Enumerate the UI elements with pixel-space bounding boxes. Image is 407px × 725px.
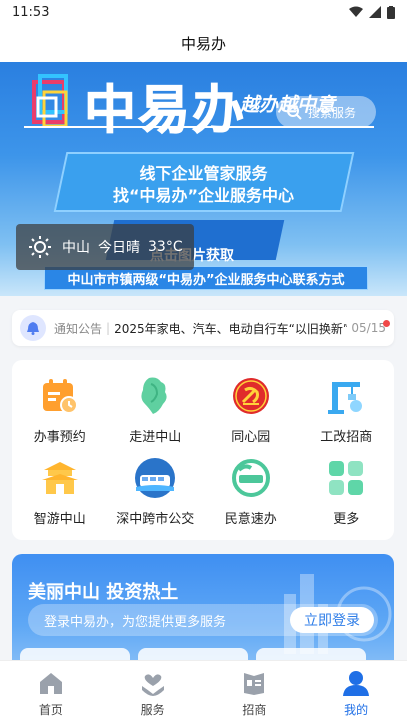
notice-label: 通知公告	[54, 321, 103, 336]
user-icon	[342, 669, 370, 697]
service-tongxinyuan[interactable]: 同心园	[203, 368, 299, 450]
banner-line-2: 找“中易办”企业服务中心	[112, 186, 295, 205]
notice-date: 05/15	[351, 321, 386, 335]
gate-tower-icon	[38, 456, 82, 500]
promo-banner: 美丽中山 投资热土 登录中易办，为您提供更多服务 立即登录	[12, 554, 394, 674]
notice-separator: |	[106, 321, 111, 335]
service-more[interactable]: 更多	[299, 450, 395, 532]
grid-more-icon	[324, 456, 368, 500]
banner-line-1: 线下企业管家服务	[139, 164, 268, 183]
notice-bar[interactable]: 通知公告 | 2025年家电、汽车、电动自行车“以旧换新” 05/15	[12, 310, 394, 346]
service-label: 深中跨市公交	[116, 511, 195, 527]
service-public-opinion[interactable]: 民意速办	[203, 450, 299, 532]
weather-temperature: 33°C	[148, 239, 183, 255]
nav-investment[interactable]: 招商	[204, 661, 306, 725]
service-label: 智游中山	[33, 511, 86, 527]
nav-label: 服务	[140, 702, 165, 717]
search-box[interactable]: 搜索服务	[276, 96, 376, 128]
unread-dot	[383, 320, 390, 327]
service-hands-icon	[139, 669, 167, 697]
nav-service[interactable]: 服务	[102, 661, 204, 725]
banner-brand: 中易办	[83, 81, 247, 142]
bottom-nav: 首页 服务 招商 我的	[0, 660, 407, 725]
weather-city: 中山	[62, 240, 90, 256]
service-label: 更多	[333, 511, 360, 527]
status-icons	[349, 5, 395, 19]
service-label: 办事预约	[33, 429, 86, 445]
page-title: 中易办	[180, 34, 226, 53]
service-label: 民意速办	[224, 511, 277, 527]
search-icon	[287, 105, 302, 120]
wifi-icon	[349, 6, 363, 17]
signal-icon	[369, 6, 381, 18]
services-grid: 办事预约 走进中山 同心园 工改招商 智游中山 深中跨市公交 民意速办 更多	[12, 360, 394, 540]
investment-book-icon	[240, 669, 268, 697]
service-industrial-investment[interactable]: 工改招商	[299, 368, 395, 450]
login-prompt-text: 登录中易办，为您提供更多服务	[44, 614, 227, 630]
bus-icon	[133, 456, 177, 500]
nav-label: 我的	[344, 702, 369, 717]
brand-logo-icon	[32, 74, 68, 128]
login-button[interactable]: 立即登录	[290, 607, 374, 633]
calendar-clock-icon	[38, 374, 82, 418]
search-placeholder: 搜索服务	[308, 105, 357, 120]
map-icon	[133, 374, 177, 418]
battery-icon	[387, 5, 395, 19]
weather-condition: 今日晴	[98, 240, 140, 256]
sun-icon	[29, 236, 51, 258]
service-label: 同心园	[231, 429, 271, 445]
service-label: 走进中山	[129, 429, 182, 445]
hotline-12345-icon	[229, 456, 273, 500]
weather-widget: 中山 今日晴 33°C	[16, 224, 194, 270]
party-emblem-icon	[229, 374, 273, 418]
service-label: 工改招商	[320, 429, 373, 445]
service-cross-city-bus[interactable]: 深中跨市公交	[108, 450, 204, 532]
nav-label: 招商	[242, 702, 267, 717]
login-prompt: 登录中易办，为您提供更多服务 立即登录	[28, 604, 378, 636]
title-bar: 中易办	[0, 24, 407, 62]
service-smart-tour[interactable]: 智游中山	[12, 450, 108, 532]
home-icon	[37, 669, 65, 697]
crane-icon	[324, 374, 368, 418]
bell-icon	[20, 315, 46, 341]
nav-mine[interactable]: 我的	[305, 661, 407, 725]
promo-title: 美丽中山 投资热土	[28, 582, 179, 603]
service-explore-zhongshan[interactable]: 走进中山	[108, 368, 204, 450]
nav-home[interactable]: 首页	[0, 661, 102, 725]
status-bar: 11:53	[0, 0, 407, 24]
nav-label: 首页	[38, 702, 63, 717]
notice-text: 2025年家电、汽车、电动自行车“以旧换新”	[114, 321, 348, 336]
service-appointment[interactable]: 办事预约	[12, 368, 108, 450]
banner-contact-text: 中山市市镇两级“中易办”企业服务中心联系方式	[67, 272, 345, 288]
status-time: 11:53	[12, 4, 50, 20]
